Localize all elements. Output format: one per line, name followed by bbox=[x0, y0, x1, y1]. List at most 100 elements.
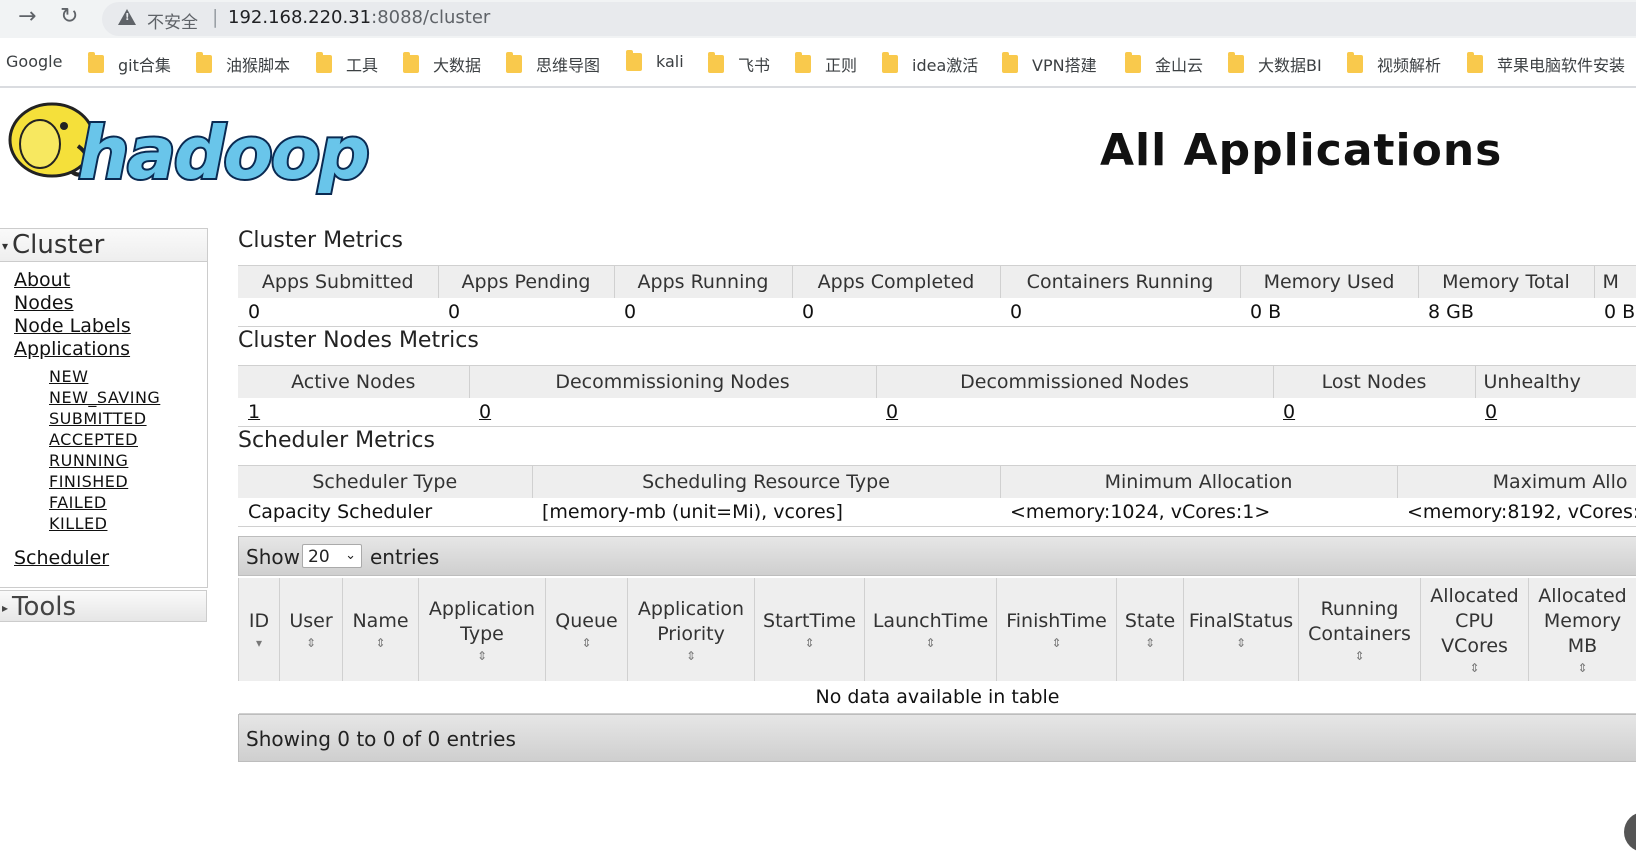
bookmark-folder[interactable]: idea激活 bbox=[882, 52, 978, 76]
bookmarks-bar: Google git合集 油猴脚本 工具 大数据 思维导图 kali 飞书 正则… bbox=[0, 38, 1636, 88]
col-scheduling-resource-type: Scheduling Resource Type bbox=[532, 465, 1001, 498]
col-start-time[interactable]: StartTime ⇕ bbox=[754, 578, 865, 681]
sidebar-state-failed[interactable]: FAILED bbox=[49, 493, 107, 512]
sidebar-tools-header[interactable]: ▸ Tools bbox=[0, 590, 207, 622]
sidebar-state-submitted[interactable]: SUBMITTED bbox=[49, 409, 147, 428]
sidebar-link-applications[interactable]: Applications bbox=[14, 338, 130, 360]
col-allocated-cpu-vcores-label: Allocated CPU VCores bbox=[1430, 585, 1519, 657]
bookmark-folder[interactable]: git合集 bbox=[88, 52, 171, 76]
value-memory-used: 0 B bbox=[1240, 298, 1418, 327]
sidebar-state-running[interactable]: RUNNING bbox=[49, 451, 128, 470]
page-size-select[interactable]: 20 ⌄ bbox=[302, 544, 362, 568]
bookmark-folder[interactable]: 苹果电脑软件安装 bbox=[1467, 52, 1625, 76]
cluster-metrics-title: Cluster Metrics bbox=[238, 228, 403, 253]
col-state[interactable]: State ⇕ bbox=[1116, 578, 1184, 681]
bookmark-folder[interactable]: VPN搭建 bbox=[1002, 52, 1097, 76]
bookmark-folder[interactable]: 工具 bbox=[316, 52, 378, 76]
bookmark-label: git合集 bbox=[118, 56, 171, 75]
value-memory-truncated: 0 B bbox=[1594, 298, 1636, 327]
sidebar-state-new[interactable]: NEW bbox=[49, 367, 88, 386]
col-launch-time[interactable]: LaunchTime ⇕ bbox=[864, 578, 997, 681]
logo-wordmark: hadoop bbox=[78, 111, 368, 195]
col-finish-time-label: FinishTime bbox=[1006, 610, 1107, 632]
col-allocated-cpu-vcores[interactable]: Allocated CPU VCores ⇕ bbox=[1420, 578, 1529, 681]
sidebar-link-node-labels[interactable]: Node Labels bbox=[14, 315, 131, 337]
url-text[interactable]: 192.168.220.31:8088/cluster bbox=[228, 7, 490, 28]
col-final-status[interactable]: FinalStatus ⇕ bbox=[1183, 578, 1299, 681]
sort-icon: ⇕ bbox=[804, 636, 815, 650]
bookmark-label: 大数据BI bbox=[1258, 56, 1322, 75]
sort-icon: ⇕ bbox=[476, 648, 488, 663]
col-application-type[interactable]: Application Type ⇕ bbox=[418, 578, 546, 681]
url-separator: | bbox=[212, 6, 219, 28]
url-path: :8088/cluster bbox=[371, 7, 491, 28]
sidebar-cluster-label: Cluster bbox=[12, 230, 105, 260]
sidebar-cluster-header[interactable]: ▾ Cluster bbox=[0, 229, 207, 262]
sidebar-state-killed[interactable]: KILLED bbox=[49, 514, 107, 533]
sidebar-state-finished[interactable]: FINISHED bbox=[49, 472, 128, 491]
link-decommissioning-nodes[interactable]: 0 bbox=[469, 398, 876, 427]
insecure-label[interactable]: 不安全 bbox=[147, 8, 198, 33]
col-id[interactable]: ID ▾ bbox=[238, 578, 280, 681]
col-finish-time[interactable]: FinishTime ⇕ bbox=[996, 578, 1117, 681]
sidebar-link-about[interactable]: About bbox=[14, 269, 70, 291]
sidebar-link-scheduler[interactable]: Scheduler bbox=[14, 547, 109, 569]
sort-icon: ⇕ bbox=[1469, 661, 1480, 675]
bookmark-folder[interactable]: 视频解析 bbox=[1347, 52, 1441, 76]
link-unhealthy-nodes[interactable]: 0 bbox=[1475, 398, 1636, 427]
sidebar-tools-label: Tools bbox=[12, 592, 77, 622]
expanded-arrow-icon: ▾ bbox=[2, 238, 9, 253]
warning-icon[interactable] bbox=[118, 9, 136, 25]
col-active-nodes: Active Nodes bbox=[238, 365, 470, 398]
folder-icon bbox=[403, 52, 419, 73]
col-final-status-label: FinalStatus bbox=[1188, 610, 1294, 632]
col-queue[interactable]: Queue ⇕ bbox=[545, 578, 628, 681]
floating-widget[interactable] bbox=[1624, 812, 1636, 852]
elephant-ear-icon bbox=[19, 119, 61, 169]
col-running-containers-label: Running Containers bbox=[1308, 597, 1411, 645]
folder-icon bbox=[1125, 52, 1141, 73]
value-scheduler-type: Capacity Scheduler bbox=[238, 498, 532, 527]
value-apps-running: 0 bbox=[614, 298, 792, 327]
forward-arrow-icon[interactable]: → bbox=[18, 4, 36, 29]
col-memory-used: Memory Used bbox=[1240, 265, 1419, 298]
bookmark-folder[interactable]: 正则 bbox=[795, 52, 857, 76]
col-application-type-label: Application Type bbox=[428, 597, 536, 645]
bookmark-folder[interactable]: 飞书 bbox=[708, 52, 770, 76]
col-application-priority-label: Application Priority bbox=[637, 597, 745, 645]
scheduler-metrics-table: Scheduler Type Scheduling Resource Type … bbox=[238, 465, 1636, 527]
col-application-priority[interactable]: Application Priority ⇕ bbox=[627, 578, 755, 681]
value-apps-submitted: 0 bbox=[238, 298, 438, 327]
col-name-label: Name bbox=[352, 610, 409, 632]
link-lost-nodes[interactable]: 0 bbox=[1273, 398, 1475, 427]
bookmark-folder[interactable]: 思维导图 bbox=[506, 52, 600, 76]
col-containers-running: Containers Running bbox=[1000, 265, 1241, 298]
col-running-containers[interactable]: Running Containers ⇕ bbox=[1298, 578, 1421, 681]
sidebar-state-new-saving[interactable]: NEW_SAVING bbox=[49, 388, 160, 407]
bookmark-label: 视频解析 bbox=[1377, 56, 1442, 75]
bookmark-folder[interactable]: 金山云 bbox=[1125, 52, 1203, 76]
bookmark-label: idea激活 bbox=[912, 56, 979, 75]
apps-table-footer: Showing 0 to 0 of 0 entries bbox=[238, 714, 1636, 762]
col-apps-completed: Apps Completed bbox=[792, 265, 1001, 298]
bookmark-folder[interactable]: kali bbox=[626, 49, 684, 71]
folder-icon bbox=[196, 52, 212, 73]
bookmark-folder[interactable]: 油猴脚本 bbox=[196, 52, 290, 76]
col-allocated-memory-mb[interactable]: Allocated Memory MB ⇕ bbox=[1528, 578, 1636, 681]
bookmark-folder[interactable]: 大数据 bbox=[403, 52, 481, 76]
link-active-nodes[interactable]: 1 bbox=[238, 398, 469, 427]
reload-icon[interactable]: ↻ bbox=[60, 4, 78, 29]
link-decommissioned-nodes[interactable]: 0 bbox=[876, 398, 1273, 427]
col-name[interactable]: Name ⇕ bbox=[342, 578, 419, 681]
folder-icon bbox=[795, 52, 811, 73]
hadoop-logo[interactable]: hadoop bbox=[0, 98, 390, 198]
col-user[interactable]: User ⇕ bbox=[279, 578, 343, 681]
elephant-eye-icon bbox=[60, 122, 68, 130]
sidebar-state-accepted[interactable]: ACCEPTED bbox=[49, 430, 138, 449]
sidebar-link-nodes[interactable]: Nodes bbox=[14, 292, 74, 314]
bookmark-google[interactable]: Google bbox=[6, 52, 62, 71]
sort-icon: ⇕ bbox=[925, 636, 936, 650]
sort-icon: ⇕ bbox=[1577, 661, 1588, 675]
sort-icon: ⇕ bbox=[1354, 648, 1365, 663]
bookmark-folder[interactable]: 大数据BI bbox=[1228, 52, 1322, 76]
